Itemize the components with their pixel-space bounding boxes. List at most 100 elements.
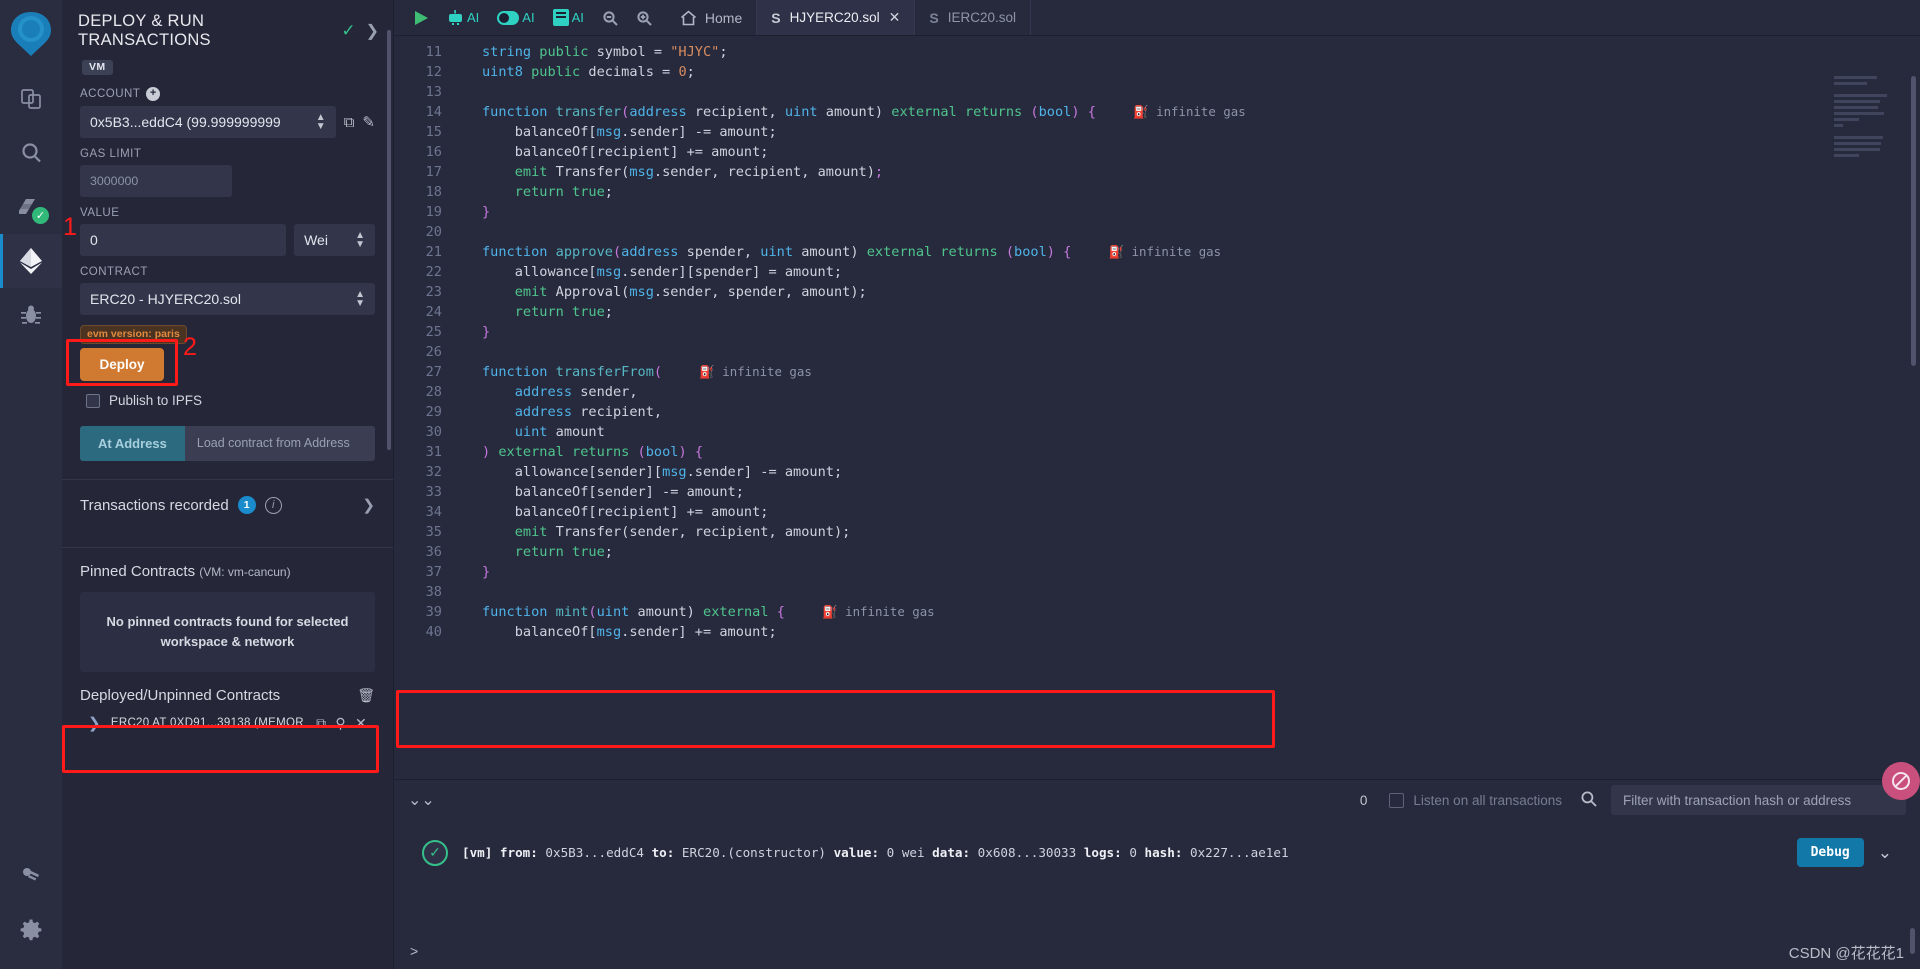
line-number: 29: [425, 404, 442, 420]
publish-ipfs-checkbox[interactable]: [86, 393, 100, 408]
terminal-toolbar: ⌄⌄ 0 Listen on all transactions Filter w…: [394, 780, 1920, 820]
search-icon[interactable]: [1580, 790, 1597, 811]
at-address-button[interactable]: At Address: [80, 426, 185, 461]
sidebar-item-deploy-run[interactable]: [0, 234, 62, 288]
code-editor[interactable]: 11 string public symbol = "HJYC"; 12 uint8 …: [394, 36, 1920, 779]
run-icon[interactable]: [414, 10, 429, 26]
solidity-compiler-icon[interactable]: ✓: [0, 180, 62, 234]
transactions-recorded-row[interactable]: Transactions recorded 1 i ❯: [80, 480, 375, 529]
copy-account-icon[interactable]: ⧉: [344, 114, 355, 131]
chevron-right-icon[interactable]: ❯: [362, 496, 375, 514]
chevron-right-icon[interactable]: ❯: [366, 21, 379, 41]
listen-checkbox[interactable]: [1389, 792, 1405, 808]
code-text[interactable]: }: [456, 322, 490, 342]
gas-limit-input[interactable]: 3000000: [80, 165, 232, 197]
code-text[interactable]: [456, 342, 482, 362]
ai-toggle-icon[interactable]: AI: [497, 10, 535, 25]
debugger-icon[interactable]: [0, 288, 62, 342]
code-content[interactable]: 11 string public symbol = "HJYC"; 12 uint8 …: [394, 36, 1920, 642]
code-text[interactable]: balanceOf[msg.sender] -= amount;: [456, 122, 777, 142]
code-text[interactable]: address recipient,: [456, 402, 662, 422]
contract-select[interactable]: ERC20 - HJYERC20.sol ▲ ▼: [80, 283, 375, 315]
code-text[interactable]: function approve(address spender, uint a…: [456, 242, 1221, 262]
file-explorer-icon[interactable]: [0, 72, 62, 126]
terminal-prompt[interactable]: >: [410, 943, 418, 959]
code-text[interactable]: return true;: [456, 182, 613, 202]
tab-hjyerc20[interactable]: S HJYERC20.sol ✕: [757, 0, 916, 35]
debug-button[interactable]: Debug: [1796, 838, 1864, 867]
chevron-double-down-icon[interactable]: ⌄⌄: [408, 790, 435, 810]
code-text[interactable]: function mint(uint amount) external { ⛽ …: [456, 602, 935, 622]
info-icon[interactable]: i: [264, 496, 282, 514]
code-text[interactable]: uint amount: [456, 422, 605, 442]
code-text[interactable]: address sender,: [456, 382, 638, 402]
clear-deployed-icon[interactable]: 🗑: [357, 687, 375, 704]
value-unit-select[interactable]: Wei ▲ ▼: [294, 224, 375, 256]
chevron-updown-icon[interactable]: ▲ ▼: [316, 113, 326, 132]
transaction-filter-input[interactable]: Filter with transaction hash or address: [1611, 785, 1906, 815]
code-line: 29 address recipient,: [394, 402, 1920, 422]
publish-ipfs-row[interactable]: Publish to IPFS: [86, 393, 375, 408]
watermark: CSDN @花花花1: [1788, 945, 1904, 962]
close-icon[interactable]: ✕: [355, 715, 367, 732]
code-text[interactable]: return true;: [456, 302, 613, 322]
line-number: 33: [425, 484, 442, 500]
add-account-icon[interactable]: +: [146, 87, 161, 101]
code-text[interactable]: }: [456, 202, 490, 222]
account-select[interactable]: 0x5B3...eddC4 (99.999999999 ▲ ▼: [80, 106, 336, 138]
chevron-updown-icon[interactable]: ▲ ▼: [355, 231, 365, 250]
deployed-contract-item[interactable]: ❯ ERC20 AT 0XD91...39138 (MEMOR ⧉ ⚲ ✕: [80, 704, 375, 742]
code-line: 21 function approve(address spender, uint…: [394, 242, 1920, 262]
copy-icon[interactable]: ⧉: [316, 715, 326, 732]
home-button[interactable]: Home: [680, 10, 742, 26]
code-text[interactable]: balanceOf[msg.sender] += amount;: [456, 622, 777, 642]
code-text[interactable]: [456, 222, 482, 242]
remix-logo-icon[interactable]: [5, 6, 57, 62]
code-text[interactable]: allowance[msg.sender][spender] = amount;: [456, 262, 842, 282]
editor-minimap[interactable]: [1834, 76, 1908, 176]
code-text[interactable]: [456, 582, 482, 602]
line-number: 34: [425, 504, 442, 520]
ai-help-fab[interactable]: [1882, 762, 1920, 800]
panel-scrollbar[interactable]: [387, 30, 391, 450]
ai-robot-icon[interactable]: AI: [447, 9, 479, 26]
chevron-down-icon[interactable]: ⌄: [1878, 843, 1892, 863]
code-text[interactable]: allowance[sender][msg.sender] -= amount;: [456, 462, 842, 482]
editor-scrollbar[interactable]: [1911, 76, 1916, 366]
code-text[interactable]: emit Transfer(sender, recipient, amount)…: [456, 522, 851, 542]
value-input[interactable]: 0: [80, 224, 287, 256]
code-text[interactable]: emit Approval(msg.sender, spender, amoun…: [456, 282, 867, 302]
zoom-out-icon[interactable]: [602, 10, 618, 26]
code-text[interactable]: ) external returns (bool) {: [456, 442, 703, 462]
transactions-recorded-label: Transactions recorded: [80, 496, 229, 514]
success-check-icon: ✓: [422, 839, 448, 866]
search-icon[interactable]: [0, 126, 62, 180]
ai-docs-icon[interactable]: AI: [552, 9, 584, 26]
close-icon[interactable]: ✕: [889, 9, 901, 26]
code-text[interactable]: function transfer(address recipient, uin…: [456, 102, 1246, 122]
pin-icon[interactable]: ⚲: [335, 715, 346, 732]
transaction-log-row[interactable]: ✓ [vm] from: 0x5B3...eddC4 to: ERC20.(co…: [408, 828, 1906, 877]
code-text[interactable]: }: [456, 562, 490, 582]
code-text[interactable]: balanceOf[sender] -= amount;: [456, 482, 744, 502]
deploy-button[interactable]: Deploy: [80, 348, 164, 381]
plugin-manager-icon[interactable]: [0, 849, 62, 903]
code-text[interactable]: [456, 82, 482, 102]
edit-account-icon[interactable]: ✎: [362, 113, 375, 131]
code-text[interactable]: balanceOf[recipient] += amount;: [456, 142, 769, 162]
listen-all-transactions-toggle[interactable]: Listen on all transactions: [1389, 792, 1562, 808]
code-text[interactable]: uint8 public decimals = 0;: [456, 62, 695, 82]
check-icon[interactable]: ✓: [341, 21, 355, 41]
terminal-scrollbar[interactable]: [1910, 928, 1915, 954]
chevron-updown-icon[interactable]: ▲ ▼: [355, 290, 365, 309]
tab-ierc20[interactable]: S IERC20.sol: [915, 0, 1031, 35]
code-text[interactable]: function transferFrom( ⛽ infinite gas: [456, 362, 812, 382]
zoom-in-icon[interactable]: [636, 10, 652, 26]
code-text[interactable]: emit Transfer(msg.sender, recipient, amo…: [456, 162, 883, 182]
at-address-input[interactable]: Load contract from Address: [184, 426, 375, 461]
settings-icon[interactable]: [0, 903, 62, 957]
chevron-right-icon[interactable]: ❯: [88, 714, 101, 732]
code-text[interactable]: return true;: [456, 542, 613, 562]
code-text[interactable]: string public symbol = "HJYC";: [456, 42, 728, 62]
code-text[interactable]: balanceOf[recipient] += amount;: [456, 502, 769, 522]
